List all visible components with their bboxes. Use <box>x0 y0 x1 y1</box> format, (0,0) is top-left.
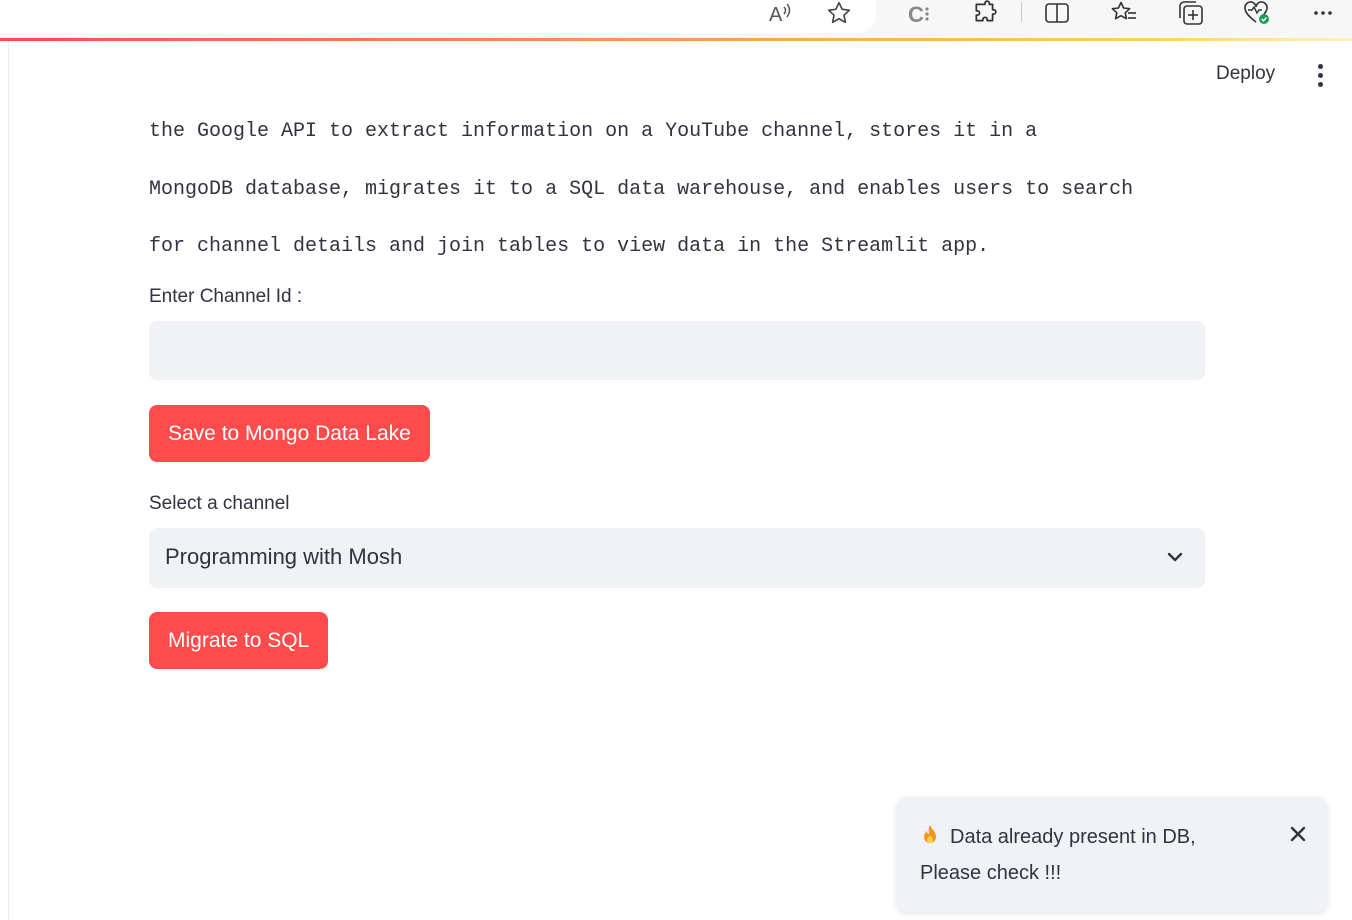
favorite-star-icon[interactable] <box>825 0 853 26</box>
more-options-icon[interactable] <box>1309 0 1337 26</box>
save-to-mongo-button[interactable]: Save to Mongo Data Lake <box>149 405 430 462</box>
close-icon[interactable] <box>1286 823 1310 847</box>
channel-id-input[interactable] <box>149 321 1205 380</box>
svg-text:A: A <box>769 4 783 25</box>
address-bar-area <box>0 0 876 33</box>
description-line: for channel details and join tables to v… <box>149 235 990 258</box>
toast-message-text: Data already present in DB, Please check… <box>920 826 1196 884</box>
main-menu-icon[interactable] <box>1309 63 1331 89</box>
toast-notification: Data already present in DB, Please check… <box>896 797 1328 912</box>
channel-select[interactable]: Programming with Mosh <box>149 528 1205 588</box>
copilot-icon[interactable]: C <box>905 0 933 26</box>
collections-icon[interactable] <box>1176 0 1206 26</box>
channel-id-label: Enter Channel Id : <box>149 286 303 307</box>
description-line: MongoDB database, migrates it to a SQL d… <box>149 177 1134 201</box>
select-channel-label: Select a channel <box>149 493 290 514</box>
browser-toolbar: A C <box>0 0 1352 38</box>
favorites-icon[interactable] <box>1109 0 1139 26</box>
description-line: the Google API to extract information on… <box>149 120 1038 143</box>
migrate-to-sql-button[interactable]: Migrate to SQL <box>149 612 329 669</box>
description-text: the Google API to extract information on… <box>149 103 1209 276</box>
toast-message: Data already present in DB, Please check… <box>920 821 1260 890</box>
svg-text:C: C <box>908 2 924 25</box>
channel-select-value: Programming with Mosh <box>165 544 403 569</box>
extensions-icon[interactable] <box>971 0 999 26</box>
chevron-down-icon <box>1165 547 1185 572</box>
deploy-button[interactable]: Deploy <box>1216 63 1275 85</box>
browser-essentials-icon[interactable] <box>1242 0 1272 26</box>
split-screen-icon[interactable] <box>1043 0 1071 26</box>
read-aloud-icon[interactable]: A <box>766 0 794 26</box>
toolbar-separator <box>1021 2 1022 22</box>
app-main: Deploy the Google API to extract informa… <box>8 41 1352 920</box>
fire-icon <box>920 824 940 857</box>
